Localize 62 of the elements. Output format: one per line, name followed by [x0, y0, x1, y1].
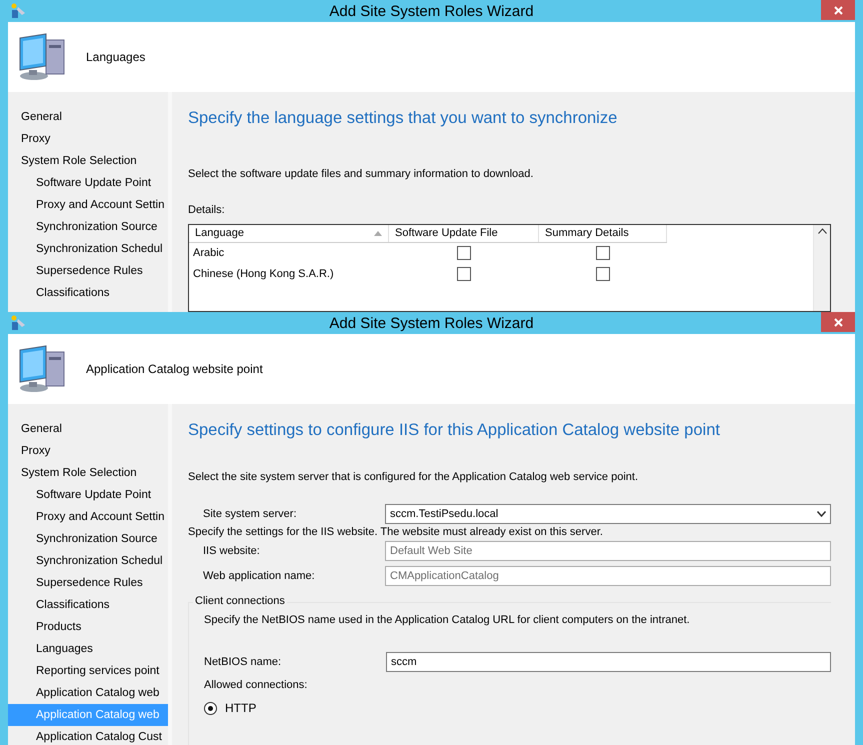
checkbox[interactable]	[596, 246, 610, 260]
nav-item[interactable]: Software Update Point	[8, 484, 168, 506]
close-icon	[834, 6, 842, 14]
instruction-text: Select the site system server that is configured for the Application Catalog web service point.	[188, 471, 640, 483]
group-title: Client connections	[193, 595, 287, 607]
details-label: Details:	[188, 204, 226, 216]
nav-item[interactable]: Synchronization Schedul	[8, 238, 168, 260]
wizard-icon	[10, 3, 26, 19]
nav-item[interactable]: Synchronization Source	[8, 528, 168, 550]
table-cell-text: Chinese (Hong Kong S.A.R.)	[192, 268, 335, 280]
nav-item[interactable]: Supersedence Rules	[8, 260, 168, 282]
field-label: NetBIOS name:	[204, 656, 282, 668]
window-title: Add Site System Roles Wizard	[328, 314, 535, 332]
nav-item[interactable]: Products	[8, 616, 168, 638]
nav-item[interactable]: Application Catalog web	[8, 682, 168, 704]
checkbox[interactable]	[457, 246, 471, 260]
checkbox[interactable]	[596, 267, 610, 281]
nav-item[interactable]: Software Update Point	[8, 172, 168, 194]
page-heading: Specify the language settings that you want to synchronize	[188, 108, 618, 129]
nav-item[interactable]: General	[8, 106, 168, 128]
nav-item[interactable]: Classifications	[8, 594, 168, 616]
nav-item[interactable]: Proxy	[8, 128, 168, 150]
instruction-text: Select the software update files and summary information to download.	[188, 168, 534, 180]
nav-item[interactable]: General	[8, 418, 168, 440]
nav-item[interactable]: Proxy and Account Settin	[8, 194, 168, 216]
close-icon	[834, 318, 842, 326]
column-header[interactable]: Software Update File	[389, 224, 539, 242]
server-dropdown[interactable]: sccm.TestiPsedu.local	[385, 504, 831, 524]
nav-item[interactable]: Languages	[8, 638, 168, 660]
field-label: IIS website:	[203, 544, 261, 556]
page-heading: Specify settings to configure IIS for this Application Catalog website point	[188, 420, 721, 441]
page-title: Application Catalog website point	[86, 362, 263, 376]
table-cell-text: Arabic	[192, 247, 226, 259]
nav-item[interactable]: System Role Selection	[8, 150, 168, 172]
sort-arrow-icon	[374, 230, 382, 236]
column-header[interactable]: Language	[189, 224, 389, 242]
chevron-down-icon	[817, 511, 826, 517]
nav-item[interactable]: Reporting services point	[8, 660, 168, 682]
radio-label: HTTP	[225, 701, 256, 715]
wizard-icon	[10, 315, 26, 331]
field-label: Site system server:	[203, 508, 298, 520]
text-field[interactable]: sccm	[386, 652, 831, 672]
nav-item[interactable]: Supersedence Rules	[8, 572, 168, 594]
field-label: Web application name:	[203, 570, 316, 582]
radio-button[interactable]	[204, 702, 217, 714]
note-text: Specify the NetBIOS name used in the Application Catalog URL for client computers on the intranet.	[204, 614, 690, 626]
scroll-up-icon[interactable]	[818, 228, 826, 234]
nav-item[interactable]: System Role Selection	[8, 462, 168, 484]
nav-item[interactable]: Proxy and Account Settin	[8, 506, 168, 528]
note-text: Specify the settings for the IIS website. The website must already exist on this server.	[188, 526, 604, 538]
nav-item[interactable]: Application Catalog Cust	[8, 726, 168, 745]
nav-item[interactable]: Synchronization Source	[8, 216, 168, 238]
nav-item[interactable]: Classifications	[8, 282, 168, 304]
column-header[interactable]: Summary Details	[539, 224, 667, 242]
close-button[interactable]	[821, 312, 855, 332]
page-title: Languages	[86, 50, 146, 64]
window-title: Add Site System Roles Wizard	[328, 2, 535, 20]
nav-item[interactable]: Proxy	[8, 440, 168, 462]
checkbox[interactable]	[457, 267, 471, 281]
field-label: Allowed connections:	[204, 679, 308, 691]
nav-item[interactable]: Synchronization Schedul	[8, 550, 168, 572]
close-button[interactable]	[821, 0, 855, 20]
